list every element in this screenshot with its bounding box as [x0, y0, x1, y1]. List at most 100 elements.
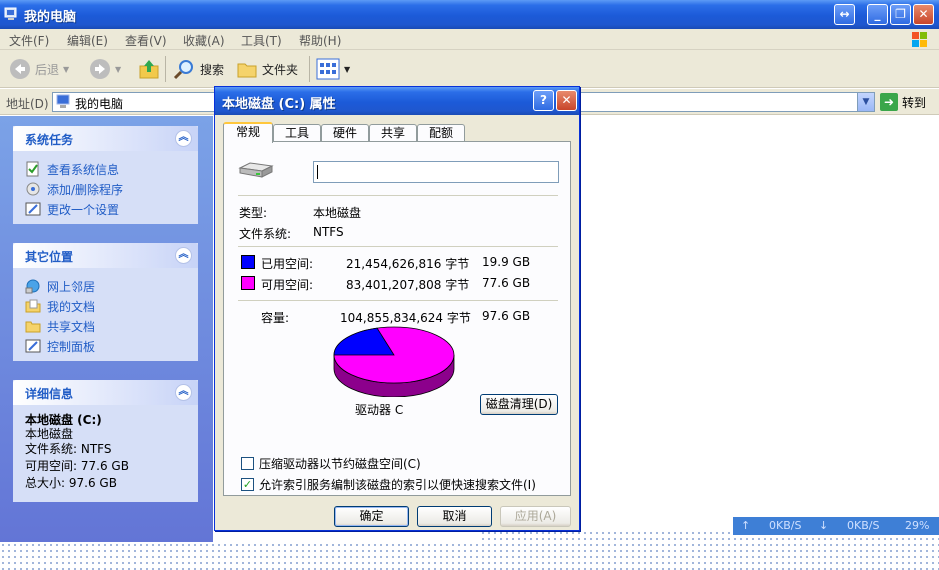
menu-help[interactable]: 帮助(H)	[299, 32, 341, 49]
tab-sharing[interactable]: 共享	[369, 124, 417, 142]
used-bytes: 21,454,626,816 字节	[346, 257, 470, 271]
views-button[interactable]: ▼	[316, 57, 350, 81]
back-button[interactable]: 后退 ▼	[9, 57, 69, 81]
shared-folder-icon	[25, 321, 41, 333]
index-checkbox[interactable]: ✓	[241, 478, 254, 491]
folders-label: 文件夹	[262, 62, 299, 77]
close-icon: ✕	[561, 93, 572, 107]
ok-button[interactable]: 确定	[334, 506, 409, 527]
back-label: 后退	[35, 62, 60, 77]
fs-value: NTFS	[313, 225, 344, 239]
add-remove-icon	[26, 182, 40, 196]
forward-button[interactable]: ▼	[89, 57, 121, 81]
network-globe-icon	[25, 279, 40, 294]
apply-button[interactable]: 应用(A)	[500, 506, 571, 527]
details-panel: 详细信息 ︽ 本地磁盘 (C:) 本地磁盘 文件系统: NTFS 可用空间: 7…	[13, 380, 198, 502]
my-computer-icon	[56, 94, 70, 108]
network-places-link[interactable]: 网上邻居	[25, 276, 188, 296]
tab-tools[interactable]: 工具	[273, 124, 321, 142]
folder-icon	[237, 63, 257, 78]
capacity-label: 容量:	[261, 311, 290, 325]
collapse-chevron-icon[interactable]: ︽	[175, 384, 192, 401]
control-panel-link[interactable]: 控制面板	[25, 336, 188, 356]
add-remove-programs-link[interactable]: 添加/删除程序	[25, 179, 188, 199]
window-title: 我的电脑	[24, 10, 77, 25]
used-space-swatch	[241, 255, 255, 269]
address-value: 我的电脑	[75, 97, 124, 111]
download-arrow-icon: ↓	[819, 519, 829, 532]
go-button[interactable]: ➜ 转到	[880, 93, 926, 111]
link-label: 控制面板	[47, 339, 96, 354]
minimize-icon: _	[874, 7, 881, 21]
panel-title: 详细信息	[25, 387, 74, 401]
details-total: 总大小: 97.6 GB	[25, 476, 117, 490]
go-arrow-icon: ➜	[880, 93, 898, 111]
volume-label-input[interactable]	[313, 161, 559, 183]
forward-arrow-icon	[90, 59, 110, 79]
address-dropdown-icon[interactable]: ▼	[857, 93, 874, 111]
system-tasks-panel: 系统任务 ︽ 查看系统信息 添加/删除程序 更改一个设置	[13, 126, 198, 224]
control-panel-icon	[25, 339, 41, 353]
collapse-chevron-icon[interactable]: ︽	[175, 130, 192, 147]
properties-dialog: 本地磁盘 (C:) 属性 ? ✕ 常规 工具 硬件 共享 配额 类型: 本地磁盘…	[214, 86, 580, 531]
dialog-close-button[interactable]: ✕	[556, 90, 577, 111]
search-button[interactable]: 搜索	[172, 57, 224, 81]
link-label: 添加/删除程序	[47, 182, 124, 197]
resize-icon: ↔	[839, 7, 850, 21]
details-free: 可用空间: 77.6 GB	[25, 459, 129, 473]
documents-folder-icon	[25, 299, 41, 313]
network-monitor: ↑ 0KB/S ↓ 0KB/S 29%	[733, 517, 939, 535]
tab-hardware[interactable]: 硬件	[321, 124, 369, 142]
disk-cleanup-button[interactable]: 磁盘清理(D)	[480, 394, 558, 415]
free-label: 可用空间:	[261, 278, 314, 292]
title-bar[interactable]: 我的电脑 ↔ _ ❐ ✕	[0, 0, 939, 29]
maximize-button[interactable]: ❐	[890, 4, 911, 25]
free-gb: 77.6 GB	[482, 276, 531, 290]
control-panel-icon	[25, 202, 41, 216]
change-setting-link[interactable]: 更改一个设置	[25, 199, 188, 219]
back-arrow-icon	[10, 59, 30, 79]
type-label: 类型:	[239, 206, 268, 220]
address-label: 地址(D)	[6, 97, 49, 111]
menu-file[interactable]: 文件(F)	[9, 32, 49, 49]
compress-label: 压缩驱动器以节约磁盘空间(C)	[259, 457, 421, 471]
tab-quota[interactable]: 配额	[417, 124, 465, 142]
forward-dropdown-icon: ▼	[115, 64, 122, 74]
restore-arrows-button[interactable]: ↔	[834, 4, 855, 25]
up-folder-button[interactable]	[138, 57, 160, 81]
close-button[interactable]: ✕	[913, 4, 934, 25]
shared-documents-link[interactable]: 共享文档	[25, 316, 188, 336]
general-tab-panel: 类型: 本地磁盘 文件系统: NTFS 已用空间: 21,454,626,816…	[223, 141, 571, 496]
maximize-icon: ❐	[895, 7, 906, 21]
details-fs: 文件系统: NTFS	[25, 442, 112, 456]
help-button[interactable]: ?	[533, 90, 554, 111]
dialog-title: 本地磁盘 (C:) 属性	[222, 97, 336, 112]
capacity-bytes: 104,855,834,624 字节	[340, 311, 471, 325]
other-places-panel: 其它位置 ︽ 网上邻居 我的文档 共享文档 控制面板	[13, 243, 198, 361]
panel-title: 其它位置	[25, 250, 74, 264]
menu-view[interactable]: 查看(V)	[125, 32, 167, 49]
upload-speed: 0KB/S	[769, 519, 802, 532]
tab-general[interactable]: 常规	[223, 122, 273, 143]
menu-tools[interactable]: 工具(T)	[241, 32, 282, 49]
compress-checkbox[interactable]	[241, 457, 254, 470]
minimize-button[interactable]: _	[867, 4, 888, 25]
free-bytes: 83,401,207,808 字节	[346, 278, 470, 292]
folders-button[interactable]: 文件夹	[236, 57, 298, 81]
details-header[interactable]: 详细信息 ︽	[13, 380, 198, 405]
free-space-swatch	[241, 276, 255, 290]
details-name: 本地磁盘 (C:)	[25, 413, 102, 427]
my-documents-link[interactable]: 我的文档	[25, 296, 188, 316]
collapse-chevron-icon[interactable]: ︽	[175, 247, 192, 264]
menu-edit[interactable]: 编辑(E)	[67, 32, 108, 49]
system-info-icon	[26, 161, 39, 177]
dialog-title-bar[interactable]: 本地磁盘 (C:) 属性 ? ✕	[215, 87, 579, 115]
system-tasks-header[interactable]: 系统任务 ︽	[13, 126, 198, 151]
link-label: 我的文档	[47, 299, 96, 314]
view-system-info-link[interactable]: 查看系统信息	[25, 159, 188, 179]
cancel-button[interactable]: 取消	[417, 506, 492, 527]
type-value: 本地磁盘	[313, 206, 362, 220]
other-places-header[interactable]: 其它位置 ︽	[13, 243, 198, 268]
menu-favorites[interactable]: 收藏(A)	[183, 32, 225, 49]
search-label: 搜索	[200, 62, 225, 77]
